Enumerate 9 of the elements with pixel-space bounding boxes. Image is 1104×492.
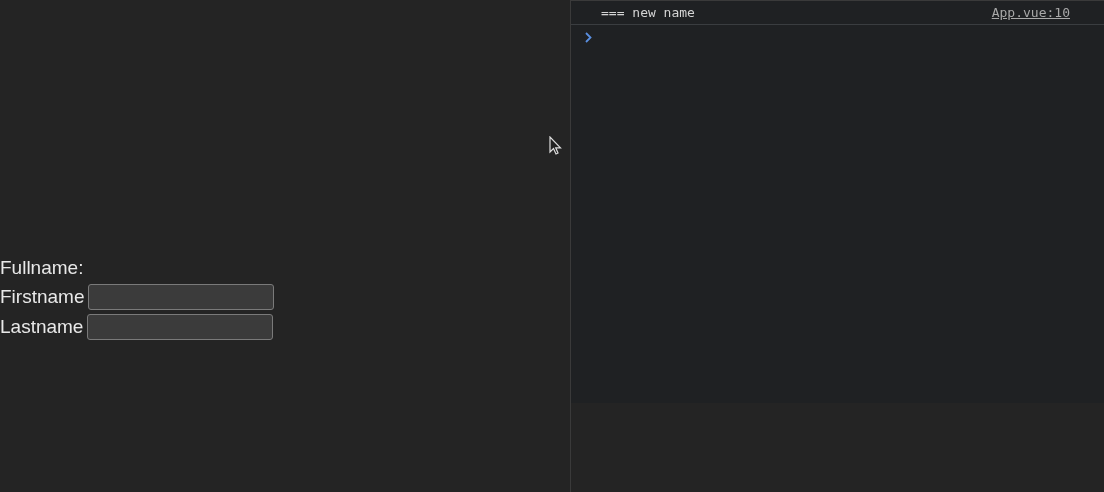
input-field[interactable] [87, 314, 274, 340]
fullname-label: Fullname: [0, 256, 85, 280]
prompt-chevron-icon [585, 31, 592, 43]
input-field[interactable] [88, 284, 275, 310]
source-link[interactable]: App.vue:10 [991, 5, 1070, 20]
console-message: === new name [601, 5, 695, 20]
mouse-pointer-icon [549, 136, 562, 156]
field-label: Firstname [0, 285, 85, 309]
field-label: Lastname [0, 315, 84, 339]
